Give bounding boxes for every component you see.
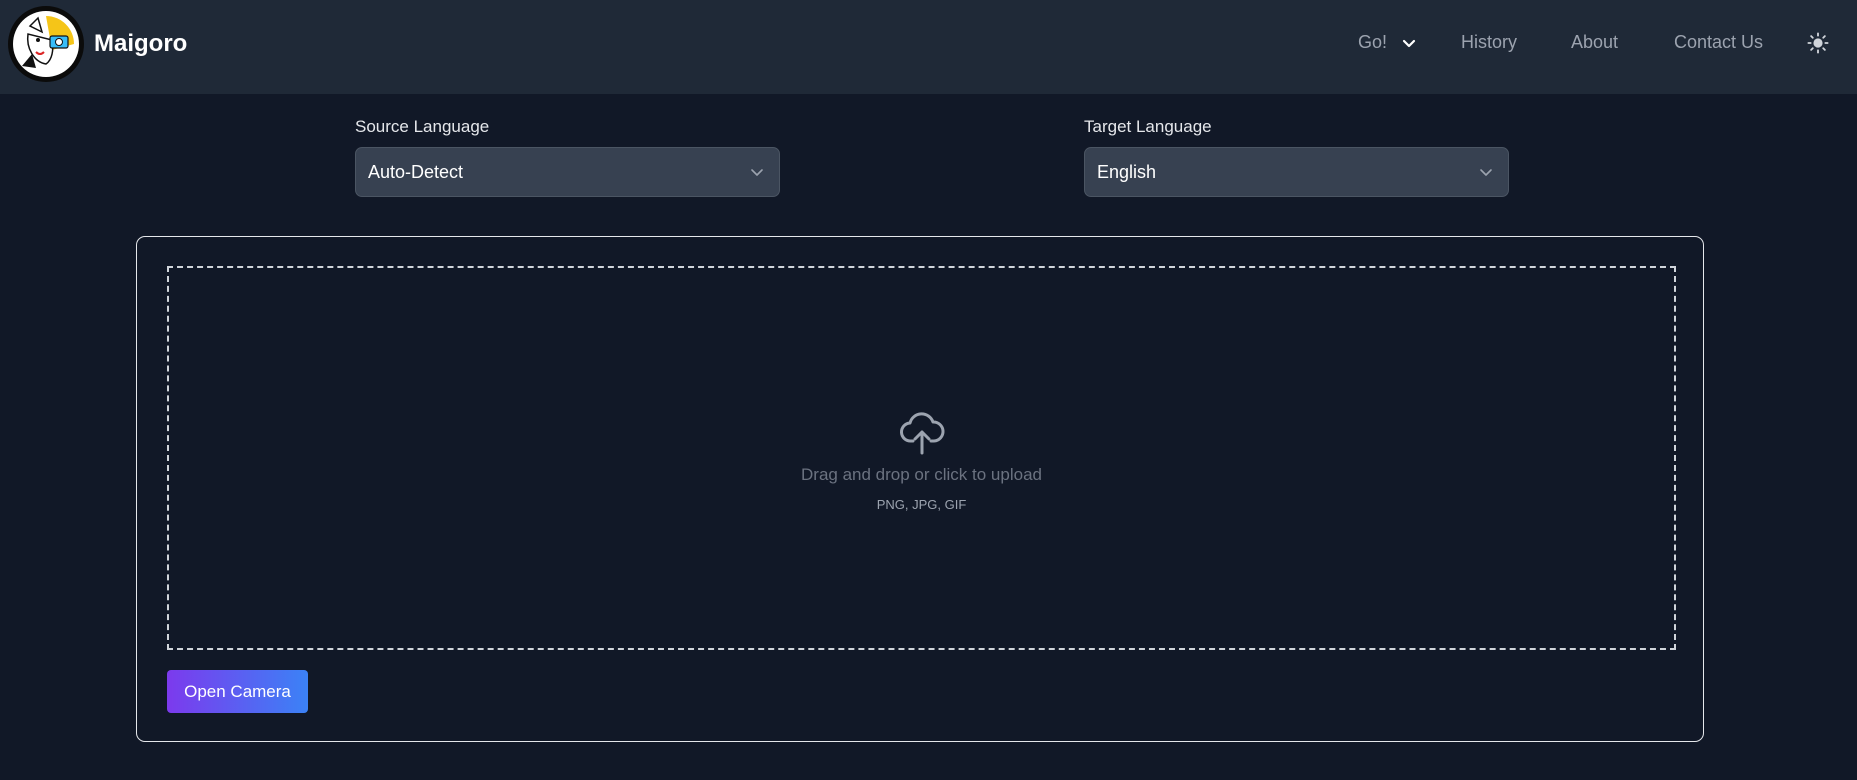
brand[interactable]: Maigoro <box>8 6 187 82</box>
sun-icon[interactable] <box>1807 32 1829 54</box>
navbar: Maigoro Go! History About Contact Us <box>0 0 1857 94</box>
source-language-value: Auto-Detect <box>368 161 464 182</box>
upload-formats: PNG, JPG, GIF <box>876 496 967 512</box>
nav-about-link[interactable]: About <box>1571 32 1618 53</box>
chevron-down-icon <box>1402 39 1416 47</box>
source-language-label: Source Language <box>355 117 490 136</box>
source-language-select[interactable]: Auto-Detect <box>355 147 780 197</box>
nav-go-label: Go! <box>1358 32 1388 52</box>
open-camera-button[interactable]: Open Camera <box>167 670 308 713</box>
upload-prompt: Drag and drop or click to upload <box>801 464 1042 484</box>
target-language-select[interactable]: English <box>1084 147 1509 197</box>
chevron-down-icon <box>751 169 763 176</box>
upload-card: Drag and drop or click to upload PNG, JP… <box>136 236 1704 742</box>
nav-contact-link[interactable]: Contact Us <box>1674 32 1763 53</box>
upload-dropzone[interactable]: Drag and drop or click to upload PNG, JP… <box>167 266 1676 650</box>
logo <box>8 6 84 82</box>
target-language-label: Target Language <box>1084 117 1212 136</box>
chevron-down-icon <box>1480 169 1492 176</box>
nav-history-link[interactable]: History <box>1461 32 1517 53</box>
brand-name: Maigoro <box>94 30 188 57</box>
target-language-value: English <box>1097 161 1157 182</box>
cloud-upload-icon <box>899 411 944 454</box>
nav-go-dropdown[interactable]: Go! <box>1358 32 1417 53</box>
